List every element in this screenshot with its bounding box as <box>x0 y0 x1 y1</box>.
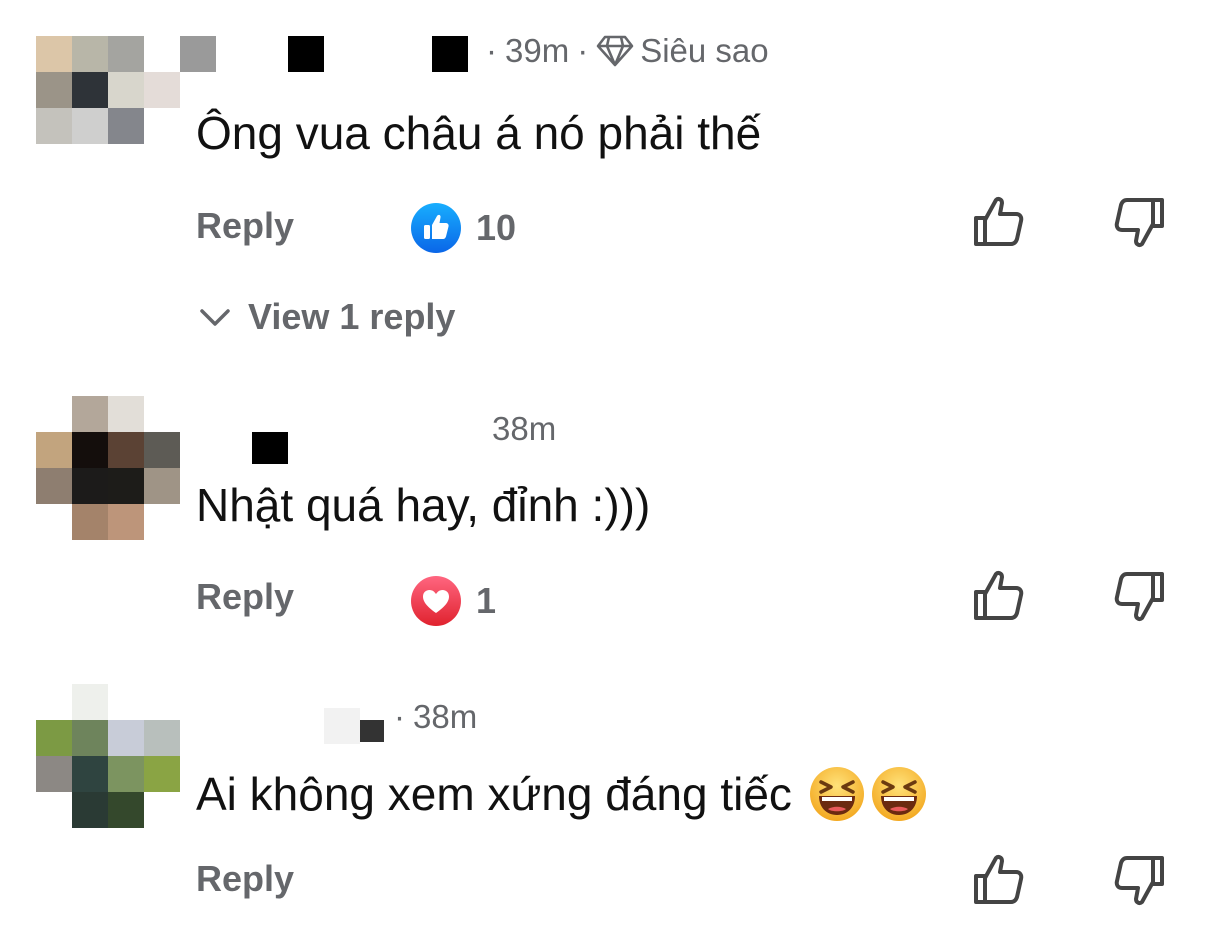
comment-time: 38m <box>492 410 557 447</box>
comment-text: Ông vua châu á nó phải thế <box>196 107 762 159</box>
comment-text: Ai không xem xứng đáng tiếc <box>196 762 928 826</box>
comment-time: 39m <box>505 32 570 69</box>
reply-button[interactable]: Reply <box>196 205 294 247</box>
comment-3: · 38m Ai không xem xứng đáng tiếc Reply <box>0 660 1220 926</box>
reaction-count: 1 <box>476 580 497 621</box>
reaction-summary[interactable]: 10 <box>410 202 516 254</box>
redacted-name-block <box>432 36 468 72</box>
thumbs-down-outline-icon[interactable] <box>1112 568 1168 624</box>
love-reaction-icon <box>411 576 461 626</box>
avatar[interactable] <box>36 36 180 180</box>
thumbs-down-outline-icon[interactable] <box>1112 194 1168 250</box>
avatar[interactable] <box>36 396 180 540</box>
view-replies-button[interactable]: View 1 reply <box>198 296 455 338</box>
comment-time: 38m <box>413 698 478 735</box>
comment-1: · 39m · Siêu sao Ông vua châu á nó phải … <box>0 0 1220 360</box>
diamond-icon <box>596 35 634 67</box>
chevron-down-icon <box>200 309 230 326</box>
redacted-name-block <box>288 36 324 72</box>
separator-dot: · <box>486 32 497 69</box>
separator-dot: · <box>394 698 405 735</box>
comment-2: 38m Nhật quá hay, đỉnh :))) Reply 1 <box>0 360 1220 660</box>
laughing-emoji <box>871 767 926 821</box>
comment-text-content: Ai không xem xứng đáng tiếc <box>196 768 792 820</box>
like-reaction-icon <box>411 203 461 253</box>
user-badge-label: Siêu sao <box>640 32 769 69</box>
redacted-name-block <box>252 432 288 464</box>
view-replies-label: View 1 reply <box>248 296 456 337</box>
reaction-summary[interactable]: 1 <box>410 575 496 627</box>
reaction-count: 10 <box>476 207 517 248</box>
avatar[interactable] <box>36 684 180 828</box>
reply-button[interactable]: Reply <box>196 576 294 618</box>
reply-button[interactable]: Reply <box>196 858 294 900</box>
redacted-name-block <box>180 36 216 72</box>
thumbs-up-outline-icon[interactable] <box>970 194 1026 250</box>
redacted-name-block <box>360 720 384 742</box>
comment-meta: · 38m <box>386 698 477 736</box>
redacted-name-block <box>324 708 360 744</box>
comment-text: Nhật quá hay, đỉnh :))) <box>196 479 651 531</box>
thumbs-up-outline-icon[interactable] <box>970 852 1026 908</box>
thumbs-down-outline-icon[interactable] <box>1112 852 1168 908</box>
laughing-emoji <box>809 767 864 821</box>
thumbs-up-outline-icon[interactable] <box>970 568 1026 624</box>
separator-dot: · <box>577 32 589 69</box>
comment-meta: · 39m · Siêu sao <box>478 32 769 70</box>
comment-meta: 38m <box>492 410 556 448</box>
